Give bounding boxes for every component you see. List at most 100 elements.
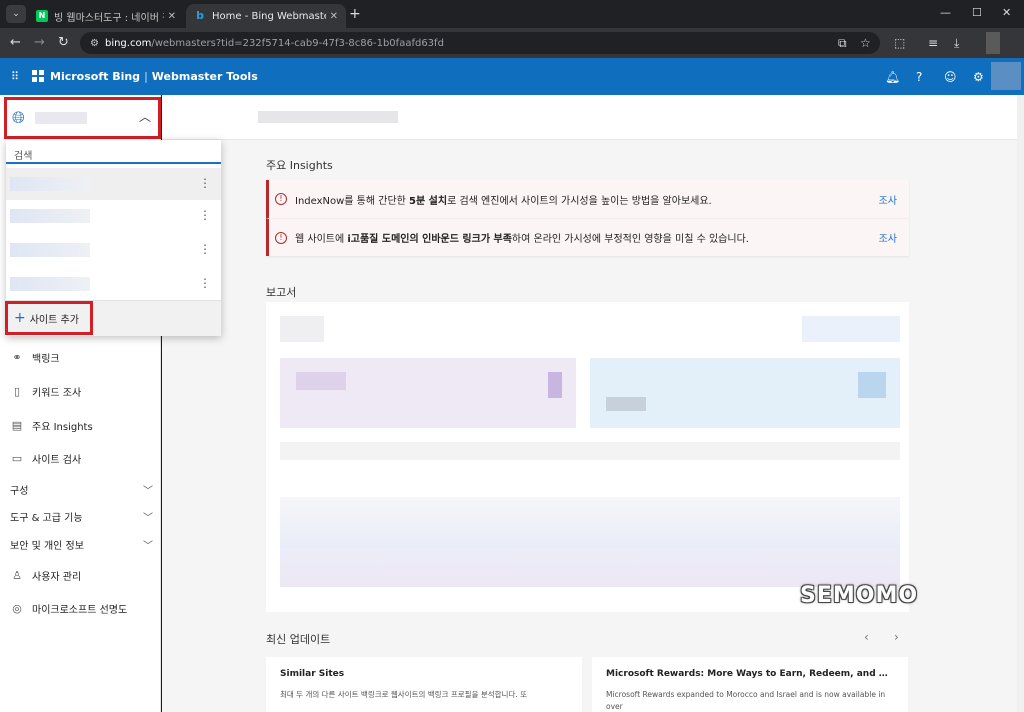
sidebar-group-security[interactable]: 보안 및 개인 정보 ﹀ [10,537,153,552]
update-card[interactable]: Similar Sites 최대 두 개의 다른 사이트 백링크로 웹사이트의 … [266,657,582,712]
maximize-icon[interactable]: ☐ [972,6,982,19]
scrollbar[interactable] [1017,95,1024,712]
plus-icon: + [14,310,26,326]
sidebar-item-clarity[interactable]: ◎ 마이크로소프트 선명도 [10,601,127,616]
download-icon[interactable]: ⤓ [954,36,959,51]
reports-panel-blurred [266,302,909,612]
sidebar-item-label: 키워드 조사 [32,388,82,399]
feedback-smiley-icon[interactable]: ☺ [944,70,957,84]
more-options-icon[interactable]: ⋮ [199,176,211,190]
sidebar-item-keyword-research[interactable]: ▯ 키워드 조사 [10,384,81,399]
media-queue-icon[interactable]: ≡ [928,36,938,50]
sidebar-group-config[interactable]: 구성 ﹀ [10,482,153,497]
browser-address-bar: ← → ↻ ⚙ bing.com/webmasters?tid=232f5714… [0,28,1024,58]
user-icon: ♙ [12,569,22,582]
sidebar-group-label: 보안 및 개인 정보 [10,541,84,552]
site-url-blurred [258,111,398,123]
site-scan-icon: ▭ [11,452,23,465]
forward-arrow-icon[interactable]: → [34,35,45,51]
insights-icon: ▤ [11,419,23,432]
site-selector[interactable]: 🌐︎ ︿ [4,97,161,139]
help-icon[interactable]: ? [916,70,922,84]
add-site-button[interactable]: + 사이트 추가 [5,301,93,335]
warning-icon: ! [275,193,287,205]
notification-bell-icon[interactable]: 🔔︎ [885,70,900,84]
settings-gear-icon[interactable]: ⚙ [973,70,984,84]
update-desc: Microsoft Rewards expanded to Morocco an… [606,690,886,711]
sidebar-item-site-scan[interactable]: ▭ 사이트 검사 [10,451,81,466]
tab-label: Home - Bing Webmaster Tools [212,10,326,22]
blurred-chart [280,497,900,587]
site-list-item[interactable]: ⋮ [6,200,221,232]
sidebar-group-label: 구성 [10,486,29,497]
extensions-icon[interactable]: ⬚ [894,36,905,50]
chevron-down-icon: ﹀ [143,486,153,497]
more-options-icon[interactable]: ⋮ [199,276,211,290]
site-search-input[interactable]: 검색 [6,140,221,164]
new-tab-plus-icon[interactable]: + [349,6,361,22]
sidebar-item-label: 마이크로소프트 선명도 [32,605,128,616]
investigate-link[interactable]: 조사 [879,192,897,207]
url-path: /webmasters?tid=232f5714-cab9-47f3-8c86-… [151,37,444,49]
sidebar-item-label: 주요 Insights [32,422,93,433]
insights-panel: ! IndexNow를 통해 간단한 5분 설치로 검색 엔진에서 사이트의 가… [266,180,909,256]
chevron-right-icon[interactable]: › [894,630,899,644]
microsoft-logo-icon [32,70,44,82]
insights-heading: 주요 Insights [266,159,333,172]
bookmark-star-icon[interactable]: ☆ [860,36,871,50]
tab-list-chevron-icon[interactable]: ⌄ [6,5,26,23]
warning-icon: ! [275,231,287,244]
selected-site-blurred [35,112,87,124]
tab-label: 빙 웹마스터도구 : 네이버 검색 [54,12,164,24]
update-desc: 최대 두 개의 다른 사이트 백링크로 웹사이트의 백링크 프로필을 분석합니다… [280,690,528,699]
sidebar-group-tools[interactable]: 도구 & 고급 기능 ﹀ [10,509,153,524]
sidebar-item-backlinks[interactable]: ⚭ 백링크 [10,350,59,365]
reload-icon[interactable]: ↻ [58,35,69,51]
blurred-block [802,316,900,342]
tab-naver[interactable]: N 빙 웹마스터도구 : 네이버 검색 ✕ [28,4,184,28]
sidebar-item-user-management[interactable]: ♙ 사용자 관리 [10,568,81,583]
window-close-icon[interactable]: ✕ [1002,6,1011,19]
site-url-blurred [10,177,90,191]
blurred-block [280,442,900,460]
close-icon[interactable]: ✕ [330,11,338,22]
tab-bing-webmaster[interactable]: b Home - Bing Webmaster Tools ✕ [186,4,346,28]
site-url-blurred [10,277,90,291]
sidebar-item-label: 사이트 검사 [32,455,82,466]
site-list-item[interactable]: ⋮ [6,234,221,266]
site-url-blurred [10,243,90,257]
chevron-down-icon: ﹀ [143,513,153,524]
back-arrow-icon[interactable]: ← [10,35,21,51]
minimize-icon[interactable]: — [940,6,951,19]
url-input[interactable]: ⚙ bing.com/webmasters?tid=232f5714-cab9-… [80,32,880,54]
investigate-link[interactable]: 조사 [879,230,897,245]
site-url-blurred [10,209,90,223]
update-title: Microsoft Rewards: More Ways to Earn, Re… [606,669,894,679]
chevron-left-icon[interactable]: ‹ [864,630,869,644]
update-card[interactable]: Microsoft Rewards: More Ways to Earn, Re… [592,657,908,712]
app-header: ⠿ Microsoft Bing | Webmaster Tools 🔔︎ ? ☺ … [0,58,1024,95]
more-options-icon[interactable]: ⋮ [199,242,211,256]
page-title [162,95,1022,140]
naver-favicon-icon: N [36,10,48,22]
blurred-card-purple [280,358,576,428]
insight-text: 웹 사이트에 i고품질 도메인의 인바운드 링크가 부족하여 온라인 가시성에 … [295,234,749,245]
document-icon: ▯ [13,385,21,398]
browser-tab-bar: ⌄ N 빙 웹마스터도구 : 네이버 검색 ✕ b Home - Bing We… [0,0,1024,28]
user-avatar[interactable] [991,62,1021,90]
insight-text: IndexNow를 통해 간단한 5분 설치로 검색 엔진에서 사이트의 가시성… [295,195,712,207]
sidebar-group-label: 도구 & 고급 기능 [10,513,83,524]
site-list-item[interactable]: ⋮ [6,168,221,200]
close-icon[interactable]: ✕ [168,11,176,22]
app-launcher-icon[interactable]: ⠿ [11,70,19,83]
watermark-text: SEMOMO [800,583,919,608]
product-title[interactable]: Microsoft Bing | Webmaster Tools [50,70,258,83]
cast-icon[interactable]: ⧉ [838,36,847,51]
sidebar-item-label: 사용자 관리 [32,572,82,583]
more-options-icon[interactable]: ⋮ [199,208,211,222]
site-list-item[interactable]: ⋮ [6,268,221,300]
profile-avatar[interactable] [986,32,1000,54]
sidebar-item-insights[interactable]: ▤ 주요 Insights [10,418,93,433]
add-site-label: 사이트 추가 [29,314,79,326]
site-info-icon[interactable]: ⚙ [90,38,99,49]
